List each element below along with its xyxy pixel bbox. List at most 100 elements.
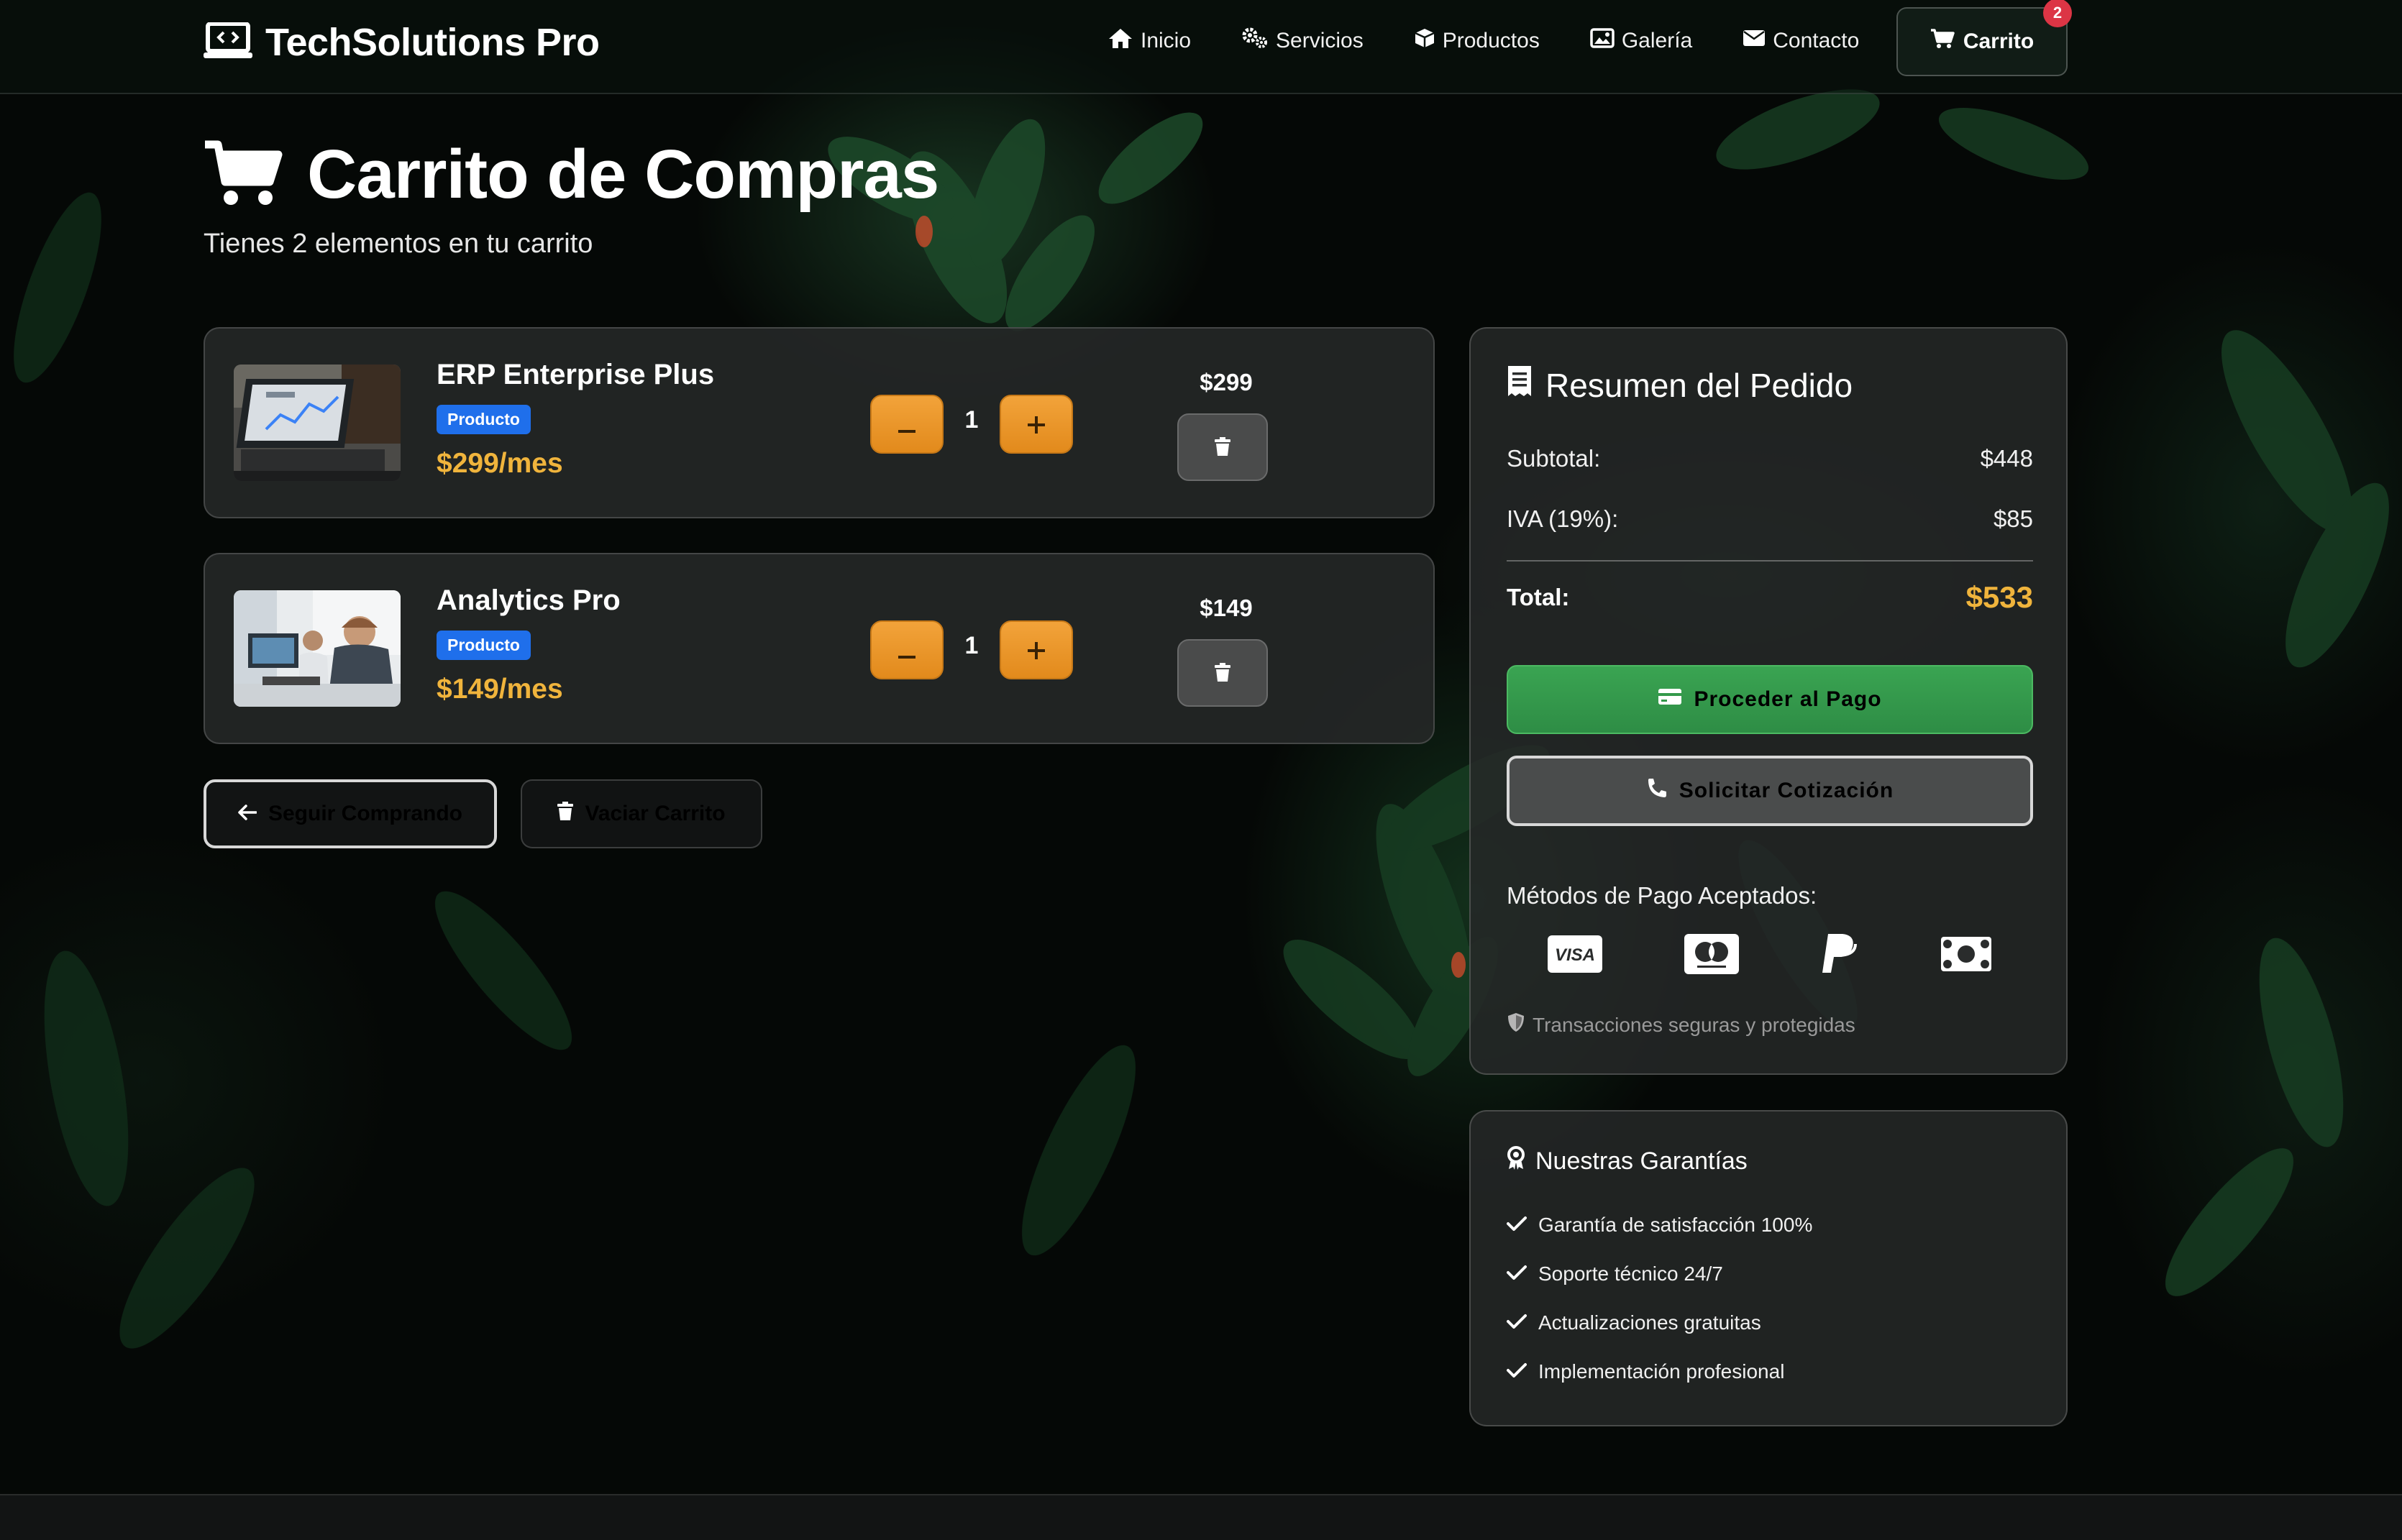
total-value: $533 bbox=[1965, 580, 2033, 614]
subtotal-value: $448 bbox=[1980, 445, 2033, 472]
guarantee-text: Actualizaciones gratuitas bbox=[1538, 1311, 1761, 1334]
trash-icon bbox=[1215, 662, 1230, 684]
page-title: Carrito de Compras bbox=[204, 135, 939, 214]
payment-methods-label: Métodos de Pago Aceptados: bbox=[1507, 882, 1817, 909]
cart-item: ERP Enterprise Plus Producto $299/mes 1 … bbox=[204, 327, 1435, 518]
quantity-value: 1 bbox=[964, 406, 979, 434]
page-title-text: Carrito de Compras bbox=[307, 136, 939, 213]
secure-note-text: Transacciones seguras y protegidas bbox=[1533, 1013, 1855, 1036]
summary-divider bbox=[1507, 560, 2033, 562]
item-line-total: $149 bbox=[1200, 595, 1253, 621]
continue-shopping-label: Seguir Comprando bbox=[268, 802, 462, 825]
guarantee-text: Implementación profesional bbox=[1538, 1360, 1785, 1383]
gears-icon bbox=[1241, 27, 1269, 55]
product-image-analytics bbox=[234, 590, 401, 707]
secure-note: Transacciones seguras y protegidas bbox=[1507, 1012, 1855, 1038]
plus-icon bbox=[1028, 408, 1045, 441]
shopping-cart-icon bbox=[1930, 28, 1955, 55]
request-quote-button[interactable]: Solicitar Cotización bbox=[1507, 756, 2033, 826]
shopping-cart-icon bbox=[204, 139, 283, 211]
item-name: Analytics Pro bbox=[437, 585, 621, 616]
guarantee-item: Actualizaciones gratuitas bbox=[1507, 1298, 1812, 1347]
check-icon bbox=[1507, 1214, 1527, 1237]
footer bbox=[0, 1495, 2402, 1540]
increase-quantity-button[interactable] bbox=[1000, 395, 1073, 454]
nav-item-galeria[interactable]: Galería bbox=[1590, 28, 1692, 54]
tax-row: IVA (19%): $85 bbox=[1507, 505, 2033, 533]
trash-icon bbox=[1215, 436, 1230, 458]
page: TechSolutions Pro Inicio Servicios Produ… bbox=[0, 0, 2402, 1540]
order-summary: Resumen del Pedido Subtotal: $448 IVA (1… bbox=[1469, 327, 2068, 1075]
guarantees-title: Nuestras Garantías bbox=[1507, 1146, 1748, 1177]
product-image-erp bbox=[234, 365, 401, 481]
total-label: Total: bbox=[1507, 584, 1570, 610]
brand-name: TechSolutions Pro bbox=[265, 21, 600, 64]
increase-quantity-button[interactable] bbox=[1000, 620, 1073, 679]
nav-item-servicios[interactable]: Servicios bbox=[1241, 27, 1364, 55]
shield-icon bbox=[1507, 1012, 1525, 1038]
paypal-icon bbox=[1821, 932, 1858, 979]
item-price: $149/mes bbox=[437, 674, 563, 705]
minus-icon bbox=[898, 408, 915, 441]
summary-title: Resumen del Pedido bbox=[1507, 365, 1853, 405]
nav-label: Productos bbox=[1442, 29, 1540, 52]
visa-text: VISA bbox=[1555, 945, 1595, 965]
item-price: $299/mes bbox=[437, 448, 563, 479]
item-tag: Producto bbox=[437, 631, 531, 660]
receipt-icon bbox=[1507, 365, 1533, 405]
decrease-quantity-button[interactable] bbox=[870, 395, 944, 454]
nav-label: Galería bbox=[1621, 29, 1693, 52]
total-row: Total: $533 bbox=[1507, 580, 2033, 615]
nav-item-productos[interactable]: Productos bbox=[1414, 27, 1540, 55]
envelope-icon bbox=[1743, 29, 1766, 53]
check-icon bbox=[1507, 1262, 1527, 1285]
mastercard-icon bbox=[1684, 934, 1739, 978]
guarantee-item: Soporte técnico 24/7 bbox=[1507, 1250, 1812, 1298]
images-icon bbox=[1590, 28, 1615, 54]
brand[interactable]: TechSolutions Pro bbox=[204, 20, 600, 65]
main-nav: Inicio Servicios Productos Galería Conta… bbox=[1108, 27, 1859, 55]
clear-cart-button[interactable]: Vaciar Carrito bbox=[521, 779, 762, 848]
proceed-to-payment-label: Proceder al Pago bbox=[1694, 687, 1882, 711]
home-icon bbox=[1108, 27, 1133, 55]
proceed-to-payment-button[interactable]: Proceder al Pago bbox=[1507, 665, 2033, 734]
phone-icon bbox=[1646, 777, 1668, 805]
item-name: ERP Enterprise Plus bbox=[437, 359, 715, 390]
page-subtitle: Tienes 2 elementos en tu carrito bbox=[204, 229, 593, 259]
decrease-quantity-button[interactable] bbox=[870, 620, 944, 679]
quantity-value: 1 bbox=[964, 632, 979, 659]
check-icon bbox=[1507, 1360, 1527, 1383]
arrow-left-icon bbox=[238, 802, 257, 826]
clear-cart-label: Vaciar Carrito bbox=[585, 802, 726, 825]
subtotal-label: Subtotal: bbox=[1507, 445, 1601, 472]
visa-icon: VISA bbox=[1548, 935, 1602, 976]
subtotal-row: Subtotal: $448 bbox=[1507, 445, 2033, 472]
nav-label: Inicio bbox=[1141, 29, 1192, 52]
tax-label: IVA (19%): bbox=[1507, 505, 1619, 532]
credit-card-icon bbox=[1658, 687, 1682, 712]
nav-item-contacto[interactable]: Contacto bbox=[1743, 29, 1859, 53]
request-quote-label: Solicitar Cotización bbox=[1679, 779, 1894, 802]
cart-item: Analytics Pro Producto $149/mes 1 $149 bbox=[204, 553, 1435, 744]
nav-label: Contacto bbox=[1773, 29, 1860, 52]
cash-icon bbox=[1940, 935, 1992, 976]
guarantee-text: Garantía de satisfacción 100% bbox=[1538, 1214, 1813, 1236]
guarantee-text: Soporte técnico 24/7 bbox=[1538, 1262, 1723, 1285]
cart-count-badge: 2 bbox=[2043, 0, 2072, 27]
nav-item-inicio[interactable]: Inicio bbox=[1108, 27, 1191, 55]
remove-item-button[interactable] bbox=[1177, 413, 1268, 481]
nav-cart-button[interactable]: Carrito 2 bbox=[1896, 0, 2072, 76]
award-icon bbox=[1507, 1146, 1525, 1177]
nav-cart-label: Carrito bbox=[1963, 29, 2035, 53]
guarantees-card: Nuestras Garantías Garantía de satisfacc… bbox=[1469, 1110, 2068, 1426]
item-line-total: $299 bbox=[1200, 369, 1253, 395]
guarantee-item: Garantía de satisfacción 100% bbox=[1507, 1201, 1812, 1250]
remove-item-button[interactable] bbox=[1177, 639, 1268, 707]
item-tag: Producto bbox=[437, 405, 531, 434]
payment-methods: VISA bbox=[1507, 932, 2033, 979]
plus-icon bbox=[1028, 634, 1045, 666]
summary-title-text: Resumen del Pedido bbox=[1545, 366, 1853, 404]
continue-shopping-button[interactable]: Seguir Comprando bbox=[204, 779, 497, 848]
laptop-code-icon bbox=[204, 21, 252, 63]
guarantee-item: Implementación profesional bbox=[1507, 1347, 1812, 1396]
